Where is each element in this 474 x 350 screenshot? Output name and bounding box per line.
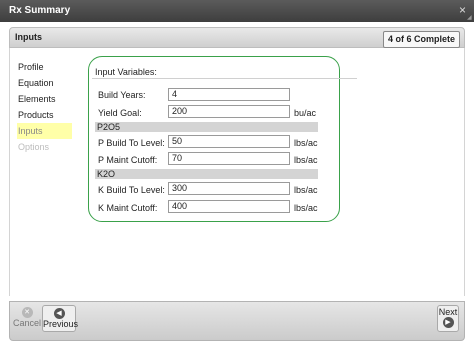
k-maint-cutoff-unit: lbs/ac — [294, 203, 318, 213]
window-title: Rx Summary — [9, 5, 71, 16]
sidebar-item-equation[interactable]: Equation — [17, 75, 72, 91]
panel-title: Input Variables: — [95, 67, 157, 77]
sidebar-item-label: Equation — [18, 78, 54, 88]
sidebar-item-label: Elements — [18, 94, 56, 104]
sidebar-item-inputs[interactable]: Inputs — [17, 123, 72, 139]
p-maint-cutoff-label: P Maint Cutoff: — [98, 155, 158, 165]
panel-divider — [92, 78, 357, 79]
progress-badge: 4 of 6 Complete — [382, 31, 460, 48]
sidebar-item-products[interactable]: Products — [17, 107, 72, 123]
close-icon[interactable]: × — [459, 3, 466, 17]
sidebar-item-label: Inputs — [18, 126, 43, 136]
sidebar-item-label: Options — [18, 142, 50, 152]
next-label: Next — [438, 307, 458, 317]
p-build-to-level-unit: lbs/ac — [294, 138, 318, 148]
arrow-right-circle-icon: ▶ — [442, 317, 454, 328]
p2o5-section-header: P2O5 — [95, 122, 318, 132]
yield-goal-label: Yield Goal: — [98, 108, 142, 118]
k-maint-cutoff-input[interactable]: 400 — [168, 200, 290, 213]
step-sidebar: Profile Equation Elements Products Input… — [17, 59, 72, 155]
p-maint-cutoff-input[interactable]: 70 — [168, 152, 290, 165]
arrow-left-circle-icon: ◀ — [53, 308, 65, 319]
step-header: Inputs 4 of 6 Complete — [9, 27, 465, 48]
sidebar-item-options: Options — [17, 139, 72, 155]
sidebar-item-elements[interactable]: Elements — [17, 91, 72, 107]
window-titlebar: Rx Summary × — [0, 0, 474, 22]
previous-label: Previous — [43, 319, 79, 329]
resize-grip-icon[interactable]: ◢ — [467, 15, 473, 21]
p-build-to-level-label: P Build To Level: — [98, 138, 165, 148]
k-build-to-level-input[interactable]: 300 — [168, 182, 290, 195]
k-build-to-level-unit: lbs/ac — [294, 185, 318, 195]
p-build-to-level-input[interactable]: 50 — [168, 135, 290, 148]
x-circle-icon: ✕ — [21, 307, 33, 318]
step-title: Inputs — [15, 32, 42, 42]
k2o-section-header: K2O — [95, 169, 318, 179]
sidebar-item-label: Profile — [18, 62, 44, 72]
build-years-label: Build Years: — [98, 90, 146, 100]
p-maint-cutoff-unit: lbs/ac — [294, 155, 318, 165]
k-build-to-level-label: K Build To Level: — [98, 185, 165, 195]
build-years-input[interactable]: 4 — [168, 88, 290, 101]
sidebar-item-label: Products — [18, 110, 54, 120]
previous-button[interactable]: ◀ Previous — [42, 305, 79, 332]
yield-goal-input[interactable]: 200 — [168, 105, 290, 118]
cancel-button[interactable]: ✕ Cancel — [13, 307, 41, 328]
cancel-label: Cancel — [13, 318, 42, 328]
sidebar-item-profile[interactable]: Profile — [17, 59, 72, 75]
next-button[interactable]: Next ▶ — [437, 305, 459, 332]
k-maint-cutoff-label: K Maint Cutoff: — [98, 203, 158, 213]
yield-goal-unit: bu/ac — [294, 108, 317, 118]
